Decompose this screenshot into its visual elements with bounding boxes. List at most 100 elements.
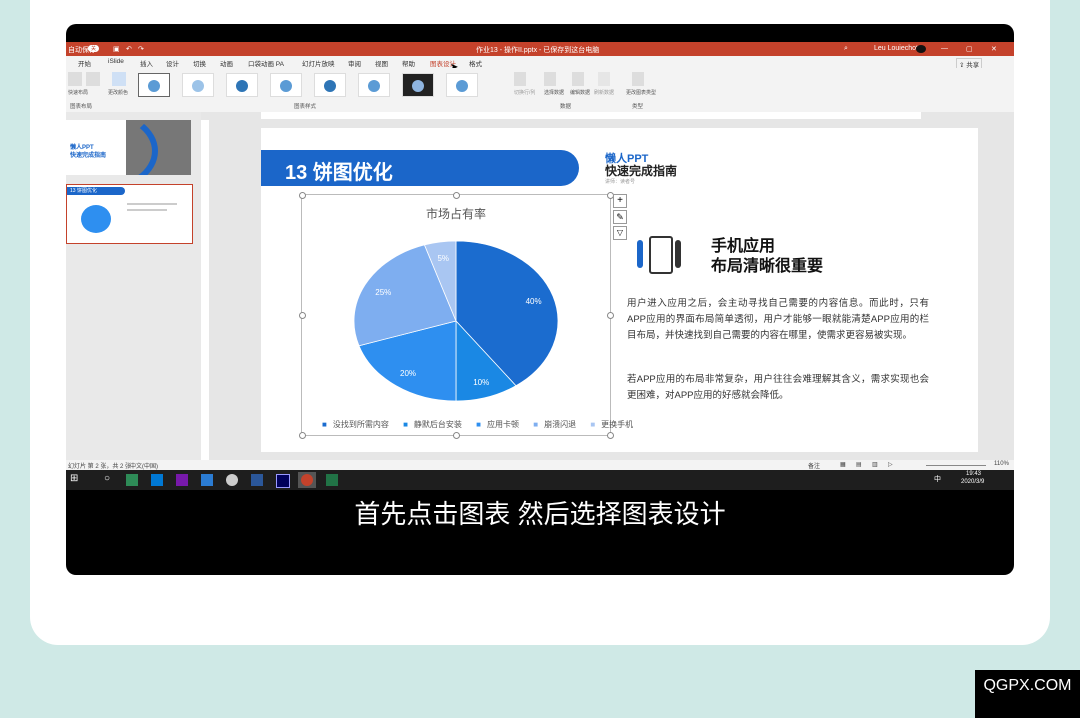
zoom-level[interactable]: 110% [994, 461, 1009, 467]
search-icon[interactable]: ⌕ [844, 45, 848, 53]
view-reading-icon[interactable]: ▥ [872, 461, 878, 468]
view-slideshow-icon[interactable]: ▷ [888, 461, 893, 468]
notes-button[interactable]: 备注 [808, 461, 820, 470]
word-icon[interactable] [251, 474, 263, 486]
tab-islide[interactable]: iSlide [108, 58, 124, 65]
refresh-data-button[interactable] [598, 72, 610, 86]
edit-data-button[interactable] [572, 72, 584, 86]
resize-handle[interactable] [299, 432, 306, 439]
save-icon[interactable]: ▣ [113, 45, 120, 53]
legend-label: 崩溃闪退 [544, 420, 577, 429]
plus-icon: + [617, 195, 623, 206]
tab-view[interactable]: 视图 [375, 58, 388, 68]
resize-handle[interactable] [607, 432, 614, 439]
quick-layout-label: 快速布局 [68, 90, 89, 96]
resize-handle[interactable] [299, 192, 306, 199]
legend-label: 更换手机 [601, 420, 634, 429]
tab-animations[interactable]: 动画 [220, 58, 233, 68]
slide-thumbnail-1[interactable]: 懒人PPT 快速完成指南 [66, 120, 191, 175]
chart-container[interactable]: 市场占有率 40% 10% 20% 25% 5% ■ 没找到所需内容 ■ 静默后台安装 ■ 应… [299, 192, 633, 439]
thumb2-text-line [127, 209, 167, 211]
chart-filter-button[interactable]: ▽ [613, 226, 627, 240]
zoom-slider[interactable] [926, 465, 986, 466]
resize-handle[interactable] [453, 192, 460, 199]
slide-heading: 13 饼图优化 [285, 162, 393, 184]
slide-edit-area: 13 饼图优化 懒人PPT 快速完成指南 讲师：读者号 市场占有率 40% 10%… [201, 112, 1014, 479]
pie-chart[interactable]: 40% 10% 20% 25% 5% [302, 195, 610, 435]
outlook-icon[interactable] [151, 474, 163, 486]
chart-style-5[interactable] [314, 73, 346, 97]
chart-styles-button[interactable]: ✎ [613, 210, 627, 224]
onenote-icon[interactable] [176, 474, 188, 486]
chart-style-3[interactable] [226, 73, 258, 97]
resize-handle[interactable] [299, 312, 306, 319]
select-data-button[interactable] [544, 72, 556, 86]
todo-icon[interactable] [201, 474, 213, 486]
legend-label: 没找到所需内容 [332, 420, 389, 429]
chart-style-6[interactable] [358, 73, 390, 97]
legend-item: ■ 没找到所需内容 [322, 420, 395, 429]
tab-review[interactable]: 审阅 [348, 58, 361, 68]
tab-insert[interactable]: 插入 [140, 58, 153, 68]
clock-date[interactable]: 2020/3/9 [961, 479, 984, 485]
tab-home[interactable]: 开始 [78, 58, 91, 68]
quick-layout-button[interactable] [86, 72, 100, 86]
app-icon[interactable] [126, 474, 138, 486]
slide-info: 幻灯片 第 2 张，共 2 张 [68, 464, 132, 470]
change-chart-type-button[interactable] [632, 72, 644, 86]
maximize-icon[interactable]: ▢ [966, 45, 973, 53]
resize-handle[interactable] [607, 312, 614, 319]
screen-frame: 自动保存 关 ▣ ↶ ↷ 作业13 - 操作II.pptx - 已保存到这台电脑… [66, 24, 1014, 575]
chart-legend[interactable]: ■ 没找到所需内容 ■ 静默后台安装 ■ 应用卡顿 ■ 崩溃闪退 ■ 更换手机 [322, 419, 645, 430]
slide-canvas[interactable]: 13 饼图优化 懒人PPT 快速完成指南 讲师：读者号 市场占有率 40% 10%… [261, 128, 978, 452]
title-bar: 自动保存 关 ▣ ↶ ↷ 作业13 - 操作II.pptx - 已保存到这台电脑… [66, 42, 1014, 56]
chart-style-4[interactable] [270, 73, 302, 97]
powerpoint-taskbar-item[interactable] [298, 472, 316, 488]
resize-handle[interactable] [453, 432, 460, 439]
task-view-icon[interactable]: ○ [104, 473, 110, 484]
chart-style-1[interactable] [138, 73, 170, 97]
group-label-type: 类型 [632, 104, 644, 110]
audition-icon[interactable] [276, 474, 290, 488]
close-icon[interactable]: ✕ [991, 45, 997, 53]
clock-time[interactable]: 19:43 [966, 471, 981, 477]
switch-row-col-label: 切换行/列 [514, 90, 536, 96]
avatar[interactable] [916, 45, 926, 53]
tab-slideshow[interactable]: 幻灯片放映 [302, 58, 335, 68]
minimize-icon[interactable]: — [941, 45, 948, 52]
chart-style-2[interactable] [182, 73, 214, 97]
taskbar: ⊞ ○ 中 19:43 2020/3/9 [66, 470, 1014, 490]
video-subtitle: 首先点击图表 然后选择图表设计 [354, 499, 726, 529]
chart-elements-button[interactable]: + [613, 194, 627, 208]
view-sorter-icon[interactable]: ▤ [856, 461, 862, 468]
ime-indicator[interactable]: 中 [934, 474, 941, 484]
chart-style-8[interactable] [446, 73, 478, 97]
slide-heading-bar: 13 饼图优化 [261, 150, 579, 186]
autosave-toggle[interactable]: 关 [88, 45, 100, 52]
user-name[interactable]: Leu Louiechot [874, 45, 918, 52]
view-normal-icon[interactable]: ▦ [840, 461, 846, 468]
browser-icon[interactable] [226, 474, 238, 486]
change-chart-type-label: 更改图表类型 [626, 90, 657, 96]
legend-item: ■ 应用卡顿 [476, 420, 525, 429]
undo-icon[interactable]: ↶ [126, 45, 132, 53]
tab-format[interactable]: 格式 [469, 58, 482, 68]
select-data-label: 选择数据 [544, 90, 565, 96]
windows-start-icon[interactable]: ⊞ [70, 473, 78, 484]
chart-style-7[interactable] [402, 73, 434, 97]
tab-help[interactable]: 帮助 [402, 58, 415, 68]
tab-transitions[interactable]: 切换 [193, 58, 206, 68]
redo-icon[interactable]: ↷ [138, 45, 144, 53]
tab-design[interactable]: 设计 [166, 58, 179, 68]
vertical-ruler [201, 120, 209, 460]
legend-marker: ■ [403, 420, 408, 429]
change-colors-button[interactable] [112, 72, 126, 86]
tab-pocket-animation[interactable]: 口袋动画 PA [248, 58, 284, 68]
switch-row-col-button[interactable] [514, 72, 526, 86]
language-status[interactable]: 中文(中国) [130, 461, 158, 470]
phone-illustration [649, 236, 673, 274]
app-icon[interactable] [326, 474, 338, 486]
slide-thumbnail-2[interactable]: 13 饼图优化 [66, 184, 193, 244]
add-element-button[interactable] [68, 72, 82, 86]
powerpoint-icon [301, 474, 313, 486]
